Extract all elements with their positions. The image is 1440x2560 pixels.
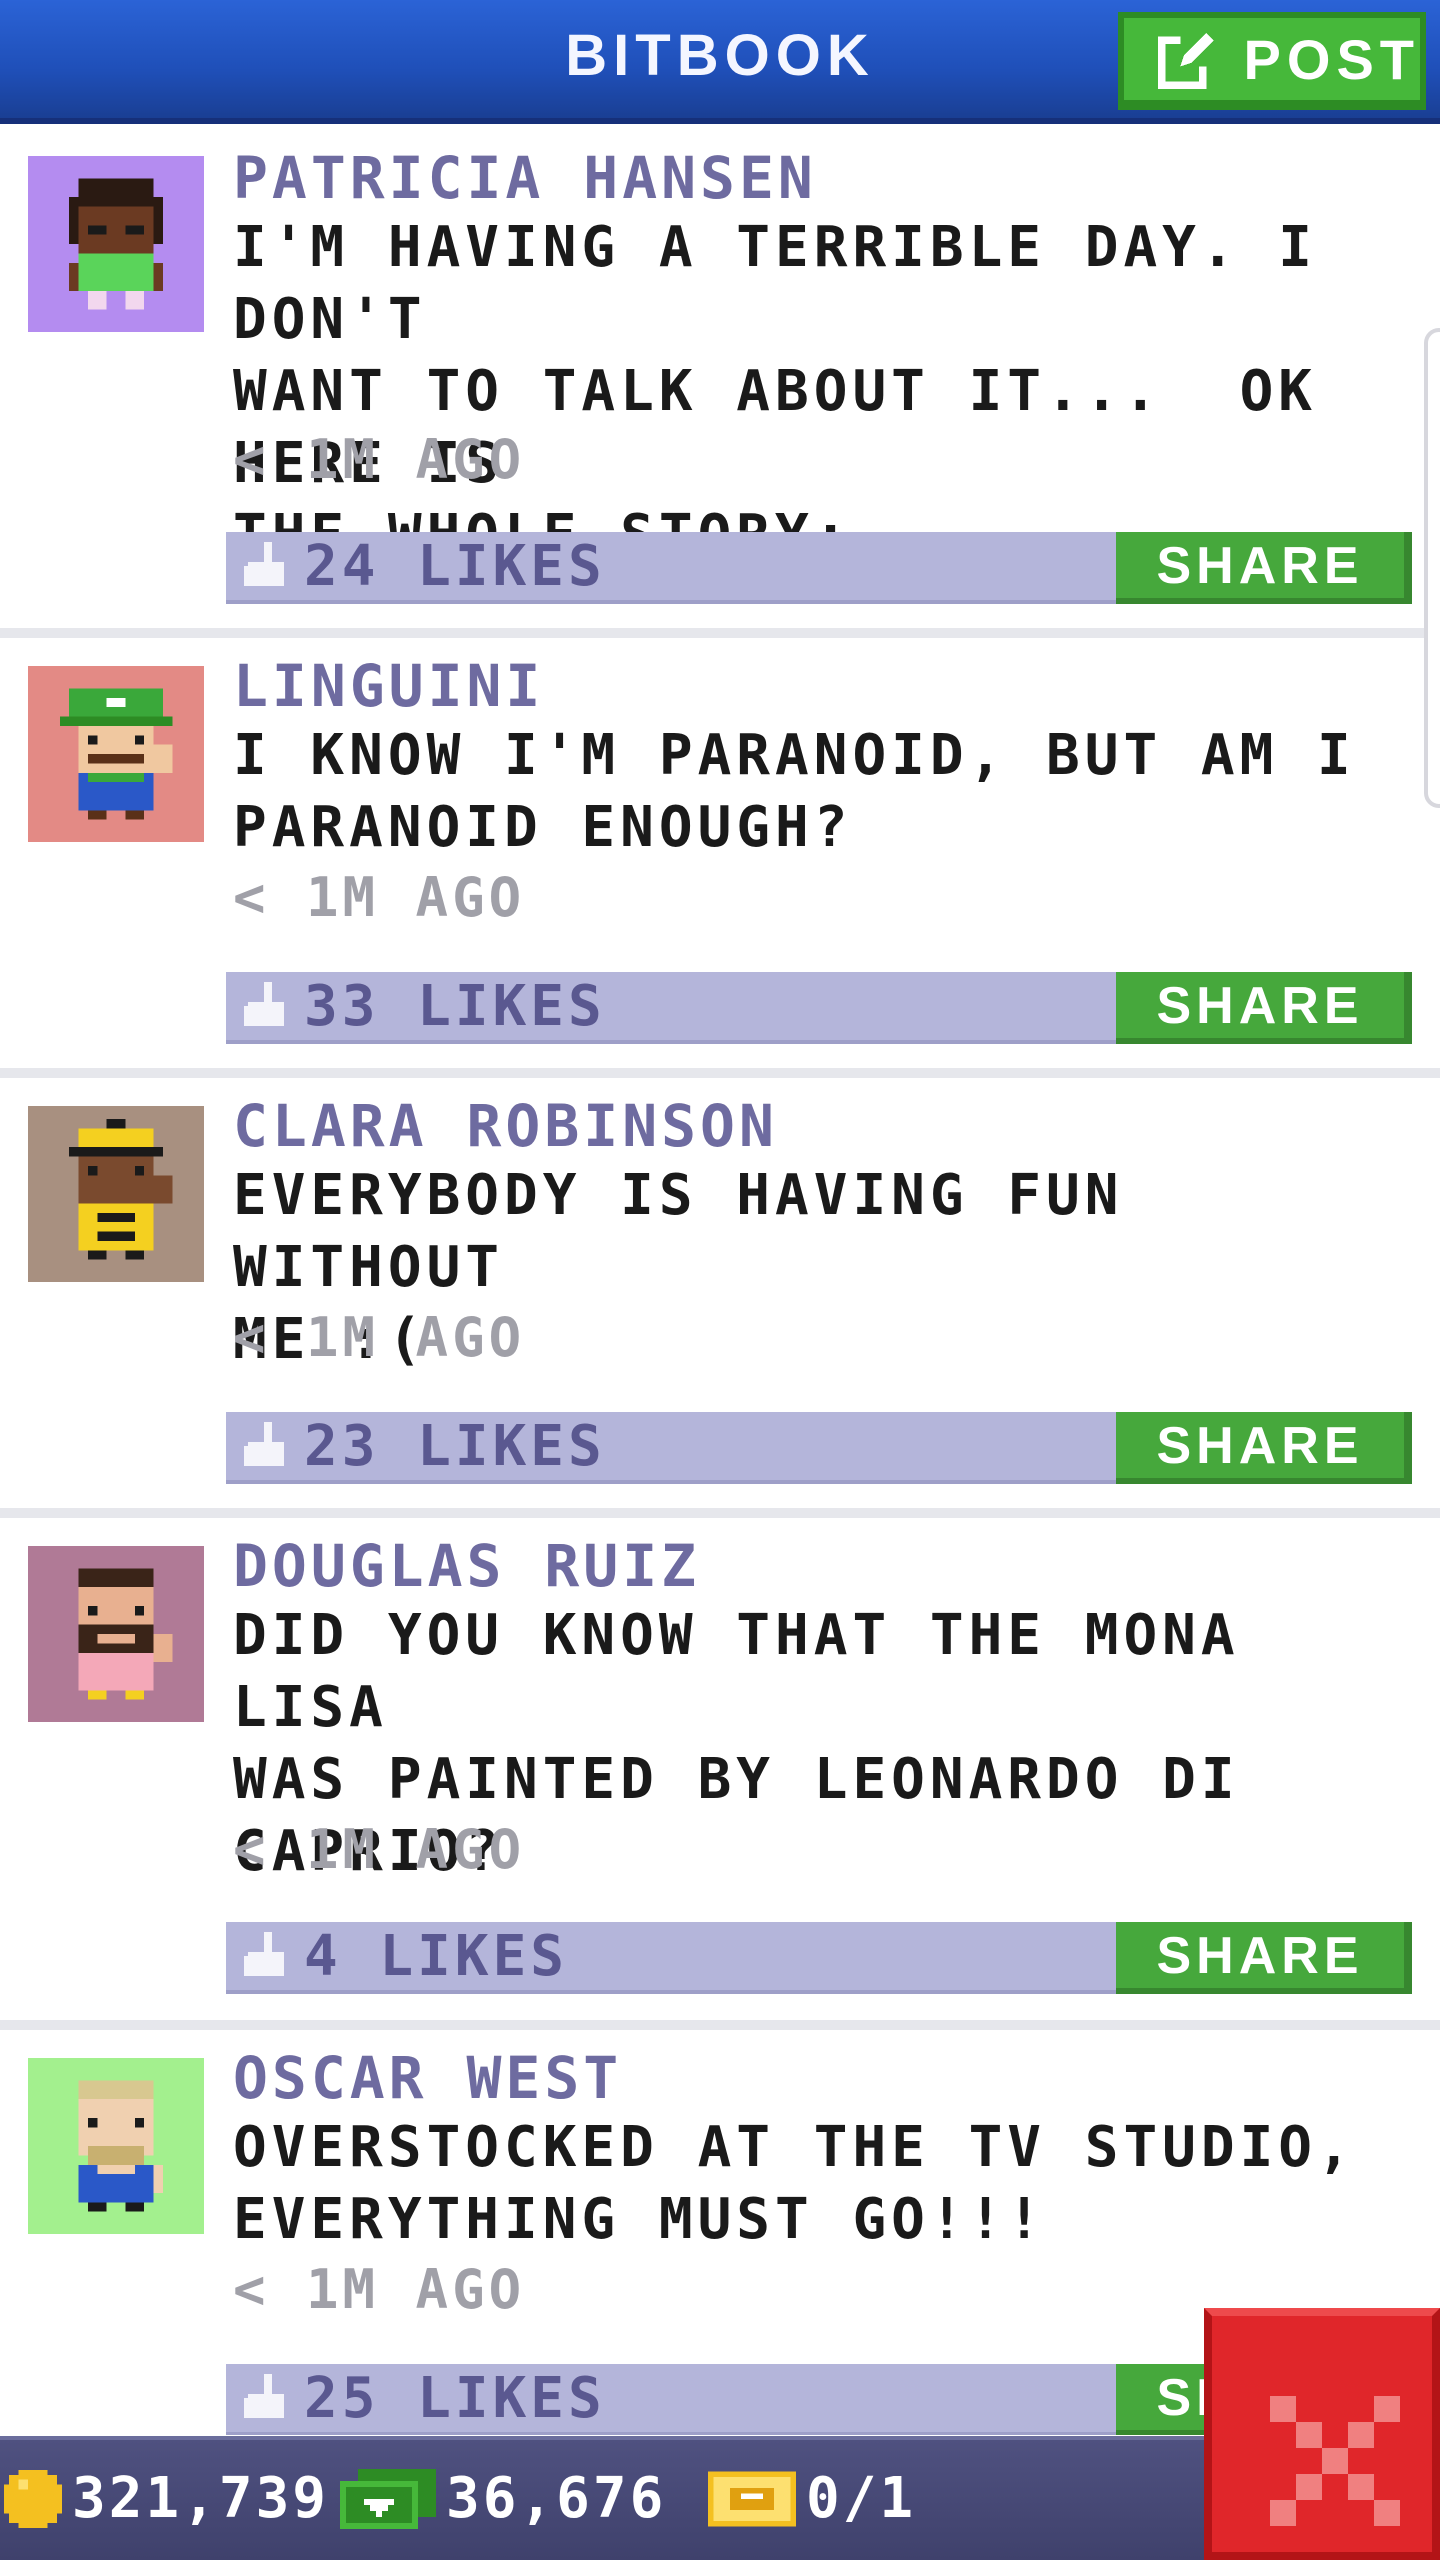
thumbs-up-icon (244, 542, 284, 586)
post-divider (0, 1068, 1440, 1078)
avatar (28, 1106, 204, 1282)
likes-count: 33 LIKES (304, 974, 606, 1039)
tickets-counter: 0/1 (708, 2466, 916, 2531)
bux-value: 36,676 (446, 2466, 667, 2531)
close-icon (1270, 2396, 1400, 2526)
close-button[interactable] (1204, 2308, 1440, 2560)
likes-count: 24 LIKES (304, 534, 606, 599)
post-message: OVERSTOCKED AT THE TV STUDIO, EVERYTHING… (233, 2115, 1356, 2252)
tickets-value: 0/1 (806, 2466, 917, 2531)
post-timestamp: < 1M AGO (233, 1306, 526, 1369)
post-message: I KNOW I'M PARANOID, BUT AM I PARANOID E… (233, 723, 1356, 860)
post-timestamp: < 1M AGO (233, 1818, 526, 1881)
post-timestamp: < 1M AGO (233, 2258, 526, 2321)
coins-counter: 321,739 (4, 2466, 329, 2531)
likes-bar: 24 LIKES SHARE (226, 532, 1412, 604)
ticket-icon (708, 2471, 796, 2526)
thumbs-up-icon (244, 1422, 284, 1466)
post-divider (0, 1508, 1440, 1518)
avatar (28, 2058, 204, 2234)
avatar (28, 1546, 204, 1722)
post-author[interactable]: LINGUINI (233, 652, 544, 720)
likes-bar: 33 LIKES SHARE (226, 972, 1412, 1044)
app-header: BITBOOK POST (0, 0, 1440, 124)
likes-bar: 4 LIKES SHARE (226, 1922, 1412, 1994)
likes-count: 23 LIKES (304, 1414, 606, 1479)
post-timestamp: < 1M AGO (233, 866, 526, 929)
news-feed[interactable]: PATRICIA HANSEN I'M HAVING A TERRIBLE DA… (0, 130, 1440, 2435)
thumbs-up-icon (244, 2374, 284, 2418)
post-author[interactable]: DOUGLAS RUIZ (233, 1532, 700, 1600)
share-button[interactable]: SHARE (1116, 1922, 1412, 1994)
coin-icon (4, 2469, 62, 2528)
feed-post: CLARA ROBINSON EVERYBODY IS HAVING FUN W… (0, 1078, 1440, 1508)
post-button[interactable]: POST (1118, 12, 1426, 110)
post-message: I'M HAVING A TERRIBLE DAY. I DON'T WANT … (233, 215, 1318, 568)
compose-icon (1158, 32, 1214, 89)
avatar (28, 156, 204, 332)
scrollbar[interactable] (1424, 328, 1440, 808)
likes-count: 25 LIKES (304, 2366, 606, 2431)
thumbs-up-icon (244, 982, 284, 1026)
post-button-label: POST (1243, 27, 1420, 91)
post-author[interactable]: CLARA ROBINSON (233, 1092, 778, 1160)
feed-post: DOUGLAS RUIZ DID YOU KNOW THAT THE MONA … (0, 1518, 1440, 2018)
share-button[interactable]: SHARE (1116, 1412, 1412, 1484)
bux-counter: 36,676 (340, 2466, 666, 2531)
share-button[interactable]: SHARE (1116, 972, 1412, 1044)
post-divider (0, 2020, 1440, 2030)
post-author[interactable]: OSCAR WEST (233, 2044, 622, 2112)
post-timestamp: < 1M AGO (233, 428, 526, 491)
coins-value: 321,739 (72, 2466, 330, 2531)
avatar (28, 666, 204, 842)
post-divider (0, 628, 1440, 638)
feed-post: LINGUINI I KNOW I'M PARANOID, BUT AM I P… (0, 638, 1440, 1066)
likes-count: 4 LIKES (304, 1924, 569, 1989)
feed-post: PATRICIA HANSEN I'M HAVING A TERRIBLE DA… (0, 130, 1440, 628)
bux-icon (340, 2468, 436, 2529)
share-button[interactable]: SHARE (1116, 532, 1412, 604)
likes-bar: 23 LIKES SHARE (226, 1412, 1412, 1484)
post-author[interactable]: PATRICIA HANSEN (233, 144, 817, 212)
thumbs-up-icon (244, 1932, 284, 1976)
